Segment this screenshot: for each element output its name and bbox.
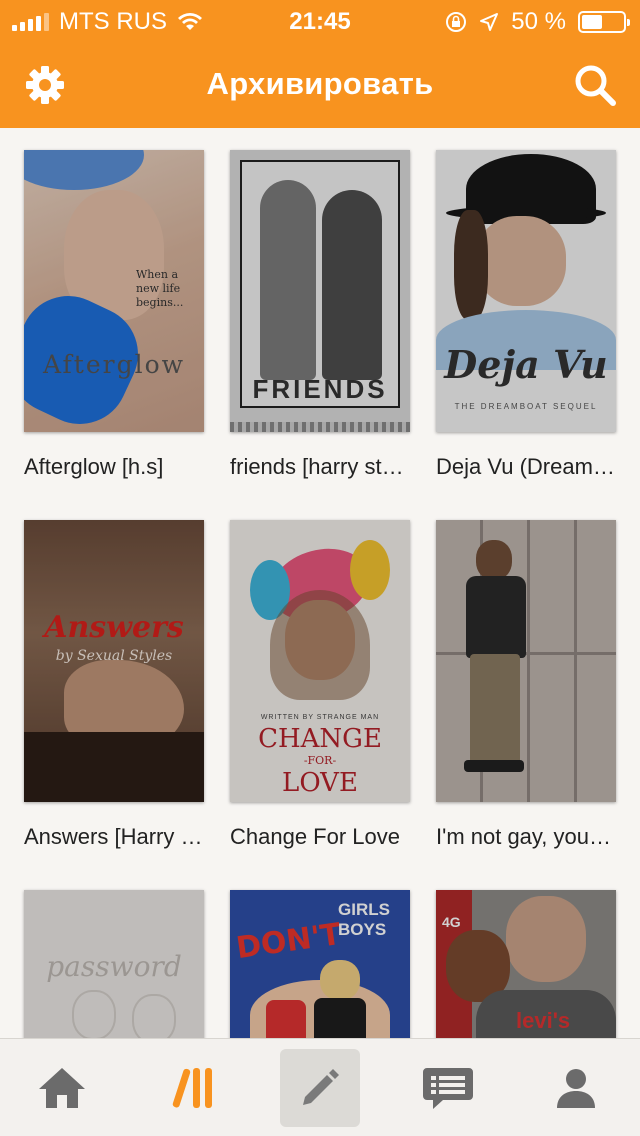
library-icon xyxy=(172,1068,212,1108)
story-card-friends[interactable]: FRIENDS friends [harry styles] xyxy=(230,150,410,480)
tab-home[interactable] xyxy=(22,1049,102,1127)
search-icon xyxy=(575,65,616,106)
story-cover[interactable]: DON'T GIRLS BOYS xyxy=(230,890,410,1038)
tab-profile[interactable] xyxy=(536,1049,616,1127)
story-card-afterglow[interactable]: Afterglow When a new life begins... Afte… xyxy=(24,150,204,480)
rotation-lock-icon xyxy=(446,12,467,32)
story-card-deja-vu[interactable]: Deja Vu THE DREAMBOAT SEQUEL Deja Vu (Dr… xyxy=(436,150,616,480)
story-cover[interactable]: Answers by Sexual Styles xyxy=(24,520,204,802)
story-card-answers[interactable]: Answers by Sexual Styles Answers [Harry … xyxy=(24,520,204,850)
story-cover[interactable]: WRITTEN BY STRANGE MAN CHANGE -FOR- LOVE xyxy=(230,520,410,802)
tab-messages[interactable] xyxy=(408,1049,488,1127)
story-card-levis[interactable]: 4G levi's xyxy=(436,890,616,1038)
story-cover[interactable]: FRIENDS xyxy=(230,150,410,432)
tab-library[interactable] xyxy=(152,1049,232,1127)
story-cover[interactable]: Deja Vu THE DREAMBOAT SEQUEL xyxy=(436,150,616,432)
story-card-dont[interactable]: DON'T GIRLS BOYS xyxy=(230,890,410,1038)
battery-percent: 50 % xyxy=(511,8,566,35)
home-icon xyxy=(39,1068,85,1108)
story-title: I'm not gay, you are xyxy=(436,824,616,849)
story-card-password[interactable]: password xyxy=(24,890,204,1038)
tab-bar xyxy=(0,1038,640,1136)
page-title: Архивировать xyxy=(206,66,434,101)
story-card-not-gay[interactable]: I'm not gay, you are xyxy=(436,520,616,850)
battery-icon xyxy=(578,11,630,33)
gear-icon xyxy=(26,66,64,104)
story-cover[interactable]: Afterglow When a new life begins... xyxy=(24,150,204,432)
pencil-icon xyxy=(303,1069,339,1105)
search-button[interactable] xyxy=(572,62,618,108)
story-title: Deja Vu (Dreamboat sequel) xyxy=(436,454,616,479)
location-icon xyxy=(480,13,499,31)
story-cover[interactable]: 4G levi's xyxy=(436,890,616,1038)
tab-write[interactable] xyxy=(280,1049,360,1127)
header: Архивировать xyxy=(0,40,640,128)
story-title: Change For Love xyxy=(230,824,400,849)
story-card-change-for-love[interactable]: WRITTEN BY STRANGE MAN CHANGE -FOR- LOVE… xyxy=(230,520,410,850)
story-title: Answers [Harry Styles] xyxy=(24,824,204,849)
story-grid: Afterglow When a new life begins... Afte… xyxy=(0,128,640,1038)
settings-button[interactable] xyxy=(22,62,68,108)
story-cover[interactable] xyxy=(436,520,616,802)
messages-icon xyxy=(423,1068,473,1109)
story-title: friends [harry styles] xyxy=(230,454,410,479)
profile-icon xyxy=(557,1069,595,1108)
status-bar: MTS RUS 21:45 50 % xyxy=(0,0,640,40)
story-cover[interactable]: password xyxy=(24,890,204,1038)
story-title: Afterglow [h.s] xyxy=(24,454,164,479)
